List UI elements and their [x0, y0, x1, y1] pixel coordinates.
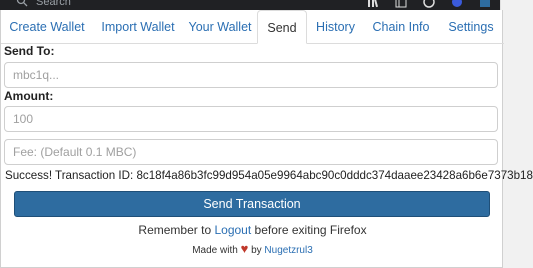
- browser-page-background: [500, 0, 533, 268]
- credits: Made with ♥ by Nugetzrul3: [1, 241, 504, 256]
- wallet-popup: Create Wallet Import Wallet Your Wallet …: [0, 10, 533, 268]
- tab-your-wallet[interactable]: Your Wallet: [183, 10, 257, 43]
- account-icon[interactable]: [423, 0, 435, 8]
- heart-icon: ♥: [240, 241, 249, 256]
- tab-chain-info[interactable]: Chain Info: [364, 10, 438, 43]
- send-to-field[interactable]: [4, 62, 498, 88]
- tab-bar: Create Wallet Import Wallet Your Wallet …: [1, 10, 504, 44]
- send-transaction-button[interactable]: Send Transaction: [14, 191, 490, 217]
- browser-toolbar: Search: [0, 0, 533, 10]
- made-with-text: Made with: [192, 245, 238, 256]
- tab-send[interactable]: Send: [257, 10, 307, 44]
- logout-reminder: Remember to Logout before exiting Firefo…: [1, 223, 504, 237]
- amount-label: Amount:: [4, 89, 54, 103]
- author-link[interactable]: Nugetzrul3: [264, 245, 312, 256]
- library-icon[interactable]: [367, 0, 379, 8]
- reminder-suffix: before exiting Firefox: [254, 223, 367, 237]
- amount-field[interactable]: [4, 106, 498, 132]
- wallet-extension-icon[interactable]: [479, 0, 491, 7]
- success-message: Success! Transaction ID: 8c18f4a86b3fc99…: [5, 169, 533, 182]
- extension-icon[interactable]: [451, 0, 463, 7]
- browser-search-field[interactable]: Search: [36, 0, 71, 8]
- tab-settings[interactable]: Settings: [438, 10, 504, 43]
- tab-import-wallet[interactable]: Import Wallet: [93, 10, 183, 43]
- send-to-label: Send To:: [4, 44, 55, 58]
- search-icon: [16, 0, 28, 7]
- reminder-prefix: Remember to: [138, 223, 212, 237]
- tab-history[interactable]: History: [307, 10, 364, 43]
- fee-field[interactable]: [4, 139, 498, 165]
- by-text: by: [251, 245, 262, 256]
- tab-create-wallet[interactable]: Create Wallet: [1, 10, 93, 43]
- sidebar-icon[interactable]: [395, 0, 407, 8]
- logout-link[interactable]: Logout: [214, 223, 251, 237]
